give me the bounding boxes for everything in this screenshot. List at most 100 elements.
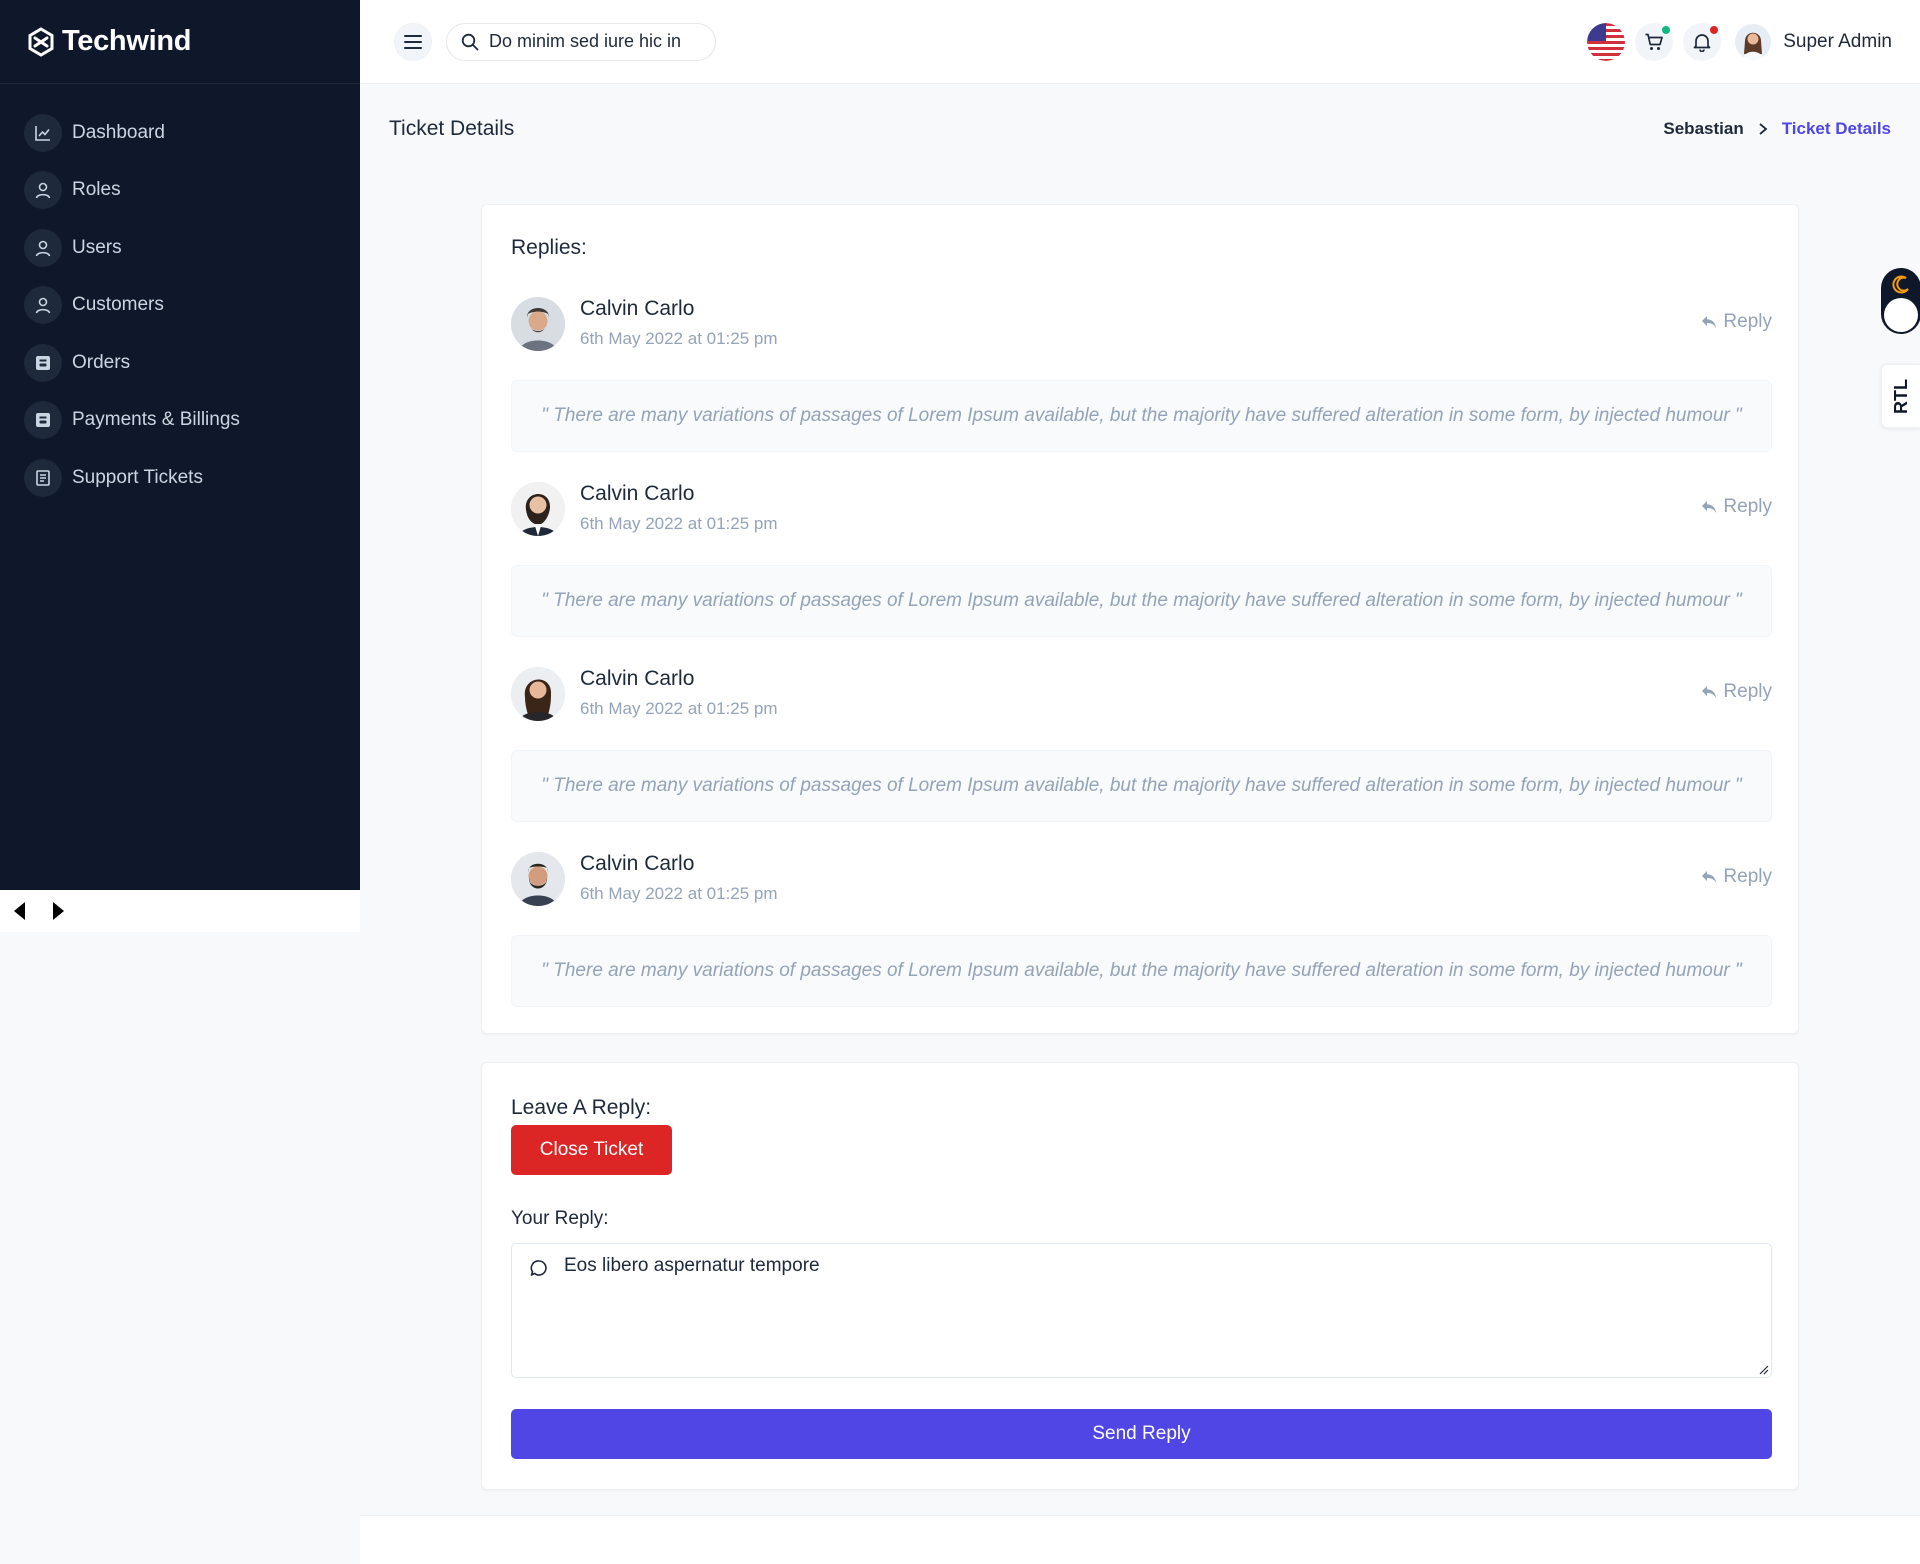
reply-arrow-icon [1701,500,1717,514]
reply-field-label: Your Reply: [511,1208,609,1229]
sidebar-item-payments-billings[interactable]: Payments & Billings [0,392,360,450]
reply-label: Reply [1723,311,1772,332]
box-icon [24,401,62,440]
user-icon [24,286,62,325]
reply-button[interactable]: Reply [1701,496,1772,518]
reply-quote: " There are many variations of passages … [511,565,1772,637]
reply-date: 6th May 2022 at 01:25 pm [580,329,778,348]
theme-toggle[interactable] [1881,268,1920,334]
reply-button[interactable]: Reply [1701,866,1772,888]
breadcrumb-current: Ticket Details [1781,119,1891,138]
reply-header: Calvin Carlo 6th May 2022 at 01:25 pm Re… [511,852,1772,908]
reply-date: 6th May 2022 at 01:25 pm [580,884,778,903]
page-title: Ticket Details [389,117,515,140]
message-circle-icon [530,1259,548,1277]
reply-label: Reply [1723,866,1772,887]
menu-toggle-button[interactable] [394,22,432,61]
sidebar-item-roles[interactable]: Roles [0,162,360,220]
brand-name: Techwind [62,25,192,57]
toggle-knob [1884,298,1918,332]
breadcrumb-home-link[interactable]: Sebastian [1663,119,1743,139]
reply-author: Calvin Carlo [580,297,695,320]
user-icon [24,228,62,267]
reply-header: Calvin Carlo 6th May 2022 at 01:25 pm Re… [511,297,1772,353]
sidebar-item-dashboard[interactable]: Dashboard [0,104,360,162]
sidebar-item-label: Customers [72,294,164,316]
box-icon [24,343,62,382]
reply-author: Calvin Carlo [580,667,695,690]
reply-label: Reply [1723,496,1772,517]
reply-button[interactable]: Reply [1701,681,1772,703]
sidebar: Techwind Dashboard Roles Users Customers [0,0,360,890]
reply-textarea[interactable]: Eos libero aspernatur tempore [564,1255,1759,1367]
send-reply-button[interactable]: Send Reply [511,1409,1772,1459]
notification-status-dot [1710,25,1719,34]
footer [360,1515,1920,1564]
reply-form-card: Leave A Reply: Close Ticket Your Reply: … [481,1062,1799,1490]
rtl-toggle-button[interactable]: RTL [1881,364,1920,428]
sidebar-nav: Dashboard Roles Users Customers Orders P… [0,84,360,507]
user-name: Super Admin [1783,30,1892,52]
reply-label: Reply [1723,681,1772,702]
arrow-left-icon[interactable] [12,901,28,921]
search-box [446,22,716,61]
user-icon [24,171,62,210]
reply-date: 6th May 2022 at 01:25 pm [580,699,778,718]
techwind-logo-icon [26,26,56,57]
chevron-right-icon [1758,122,1768,136]
sidebar-item-label: Orders [72,351,131,373]
notification-button[interactable] [1683,22,1722,61]
reply-header: Calvin Carlo 6th May 2022 at 01:25 pm Re… [511,667,1772,723]
reply-quote: " There are many variations of passages … [511,750,1772,822]
avatar [511,852,565,906]
bell-icon [1693,32,1711,52]
sidebar-scroll-arrows [0,890,360,932]
cart-status-dot [1662,25,1671,34]
replies-card: Replies: Calvin Carlo 6th May 2022 at 01… [481,204,1799,1034]
reply-header: Calvin Carlo 6th May 2022 at 01:25 pm Re… [511,482,1772,538]
reply-arrow-icon [1701,315,1717,329]
moon-icon [1891,275,1911,295]
rtl-label: RTL [1890,378,1911,414]
avatar [511,297,565,351]
search-input[interactable] [489,31,694,52]
reply-quote: " There are many variations of passages … [511,935,1772,1007]
close-ticket-button[interactable]: Close Ticket [511,1125,672,1175]
user-menu[interactable]: Super Admin [1735,23,1892,60]
topbar-actions: Super Admin [1587,22,1892,61]
sidebar-item-orders[interactable]: Orders [0,334,360,392]
cart-button[interactable] [1635,22,1674,61]
cart-icon [1644,32,1664,52]
sidebar-item-users[interactable]: Users [0,219,360,277]
reply-arrow-icon [1701,685,1717,699]
avatar [1735,23,1772,60]
ticket-icon [24,458,62,497]
sidebar-item-label: Users [72,236,122,258]
us-flag-icon[interactable] [1587,22,1626,61]
avatar [511,482,565,536]
sidebar-item-label: Roles [72,179,121,201]
sidebar-item-support-tickets[interactable]: Support Tickets [0,449,360,507]
arrow-right-icon[interactable] [50,901,66,921]
breadcrumb: Sebastian Ticket Details [1663,119,1891,139]
avatar [511,667,565,721]
reply-form-heading: Leave A Reply: [511,1096,652,1119]
reply-date: 6th May 2022 at 01:25 pm [580,514,778,533]
hamburger-icon [404,34,422,49]
sidebar-item-customers[interactable]: Customers [0,277,360,335]
reply-button[interactable]: Reply [1701,311,1772,333]
reply-author: Calvin Carlo [580,852,695,875]
reply-quote: " There are many variations of passages … [511,380,1772,452]
reply-arrow-icon [1701,870,1717,884]
sidebar-item-label: Support Tickets [72,466,203,488]
replies-heading: Replies: [511,236,587,259]
chart-icon [24,113,62,152]
search-icon [461,33,479,51]
topbar: Super Admin [360,0,1920,84]
resize-handle-icon[interactable] [1757,1363,1769,1375]
brand[interactable]: Techwind [0,0,360,84]
reply-author: Calvin Carlo [580,482,695,505]
reply-field-box: Eos libero aspernatur tempore [511,1243,1772,1378]
sidebar-item-label: Payments & Billings [72,409,240,431]
sidebar-item-label: Dashboard [72,121,165,143]
